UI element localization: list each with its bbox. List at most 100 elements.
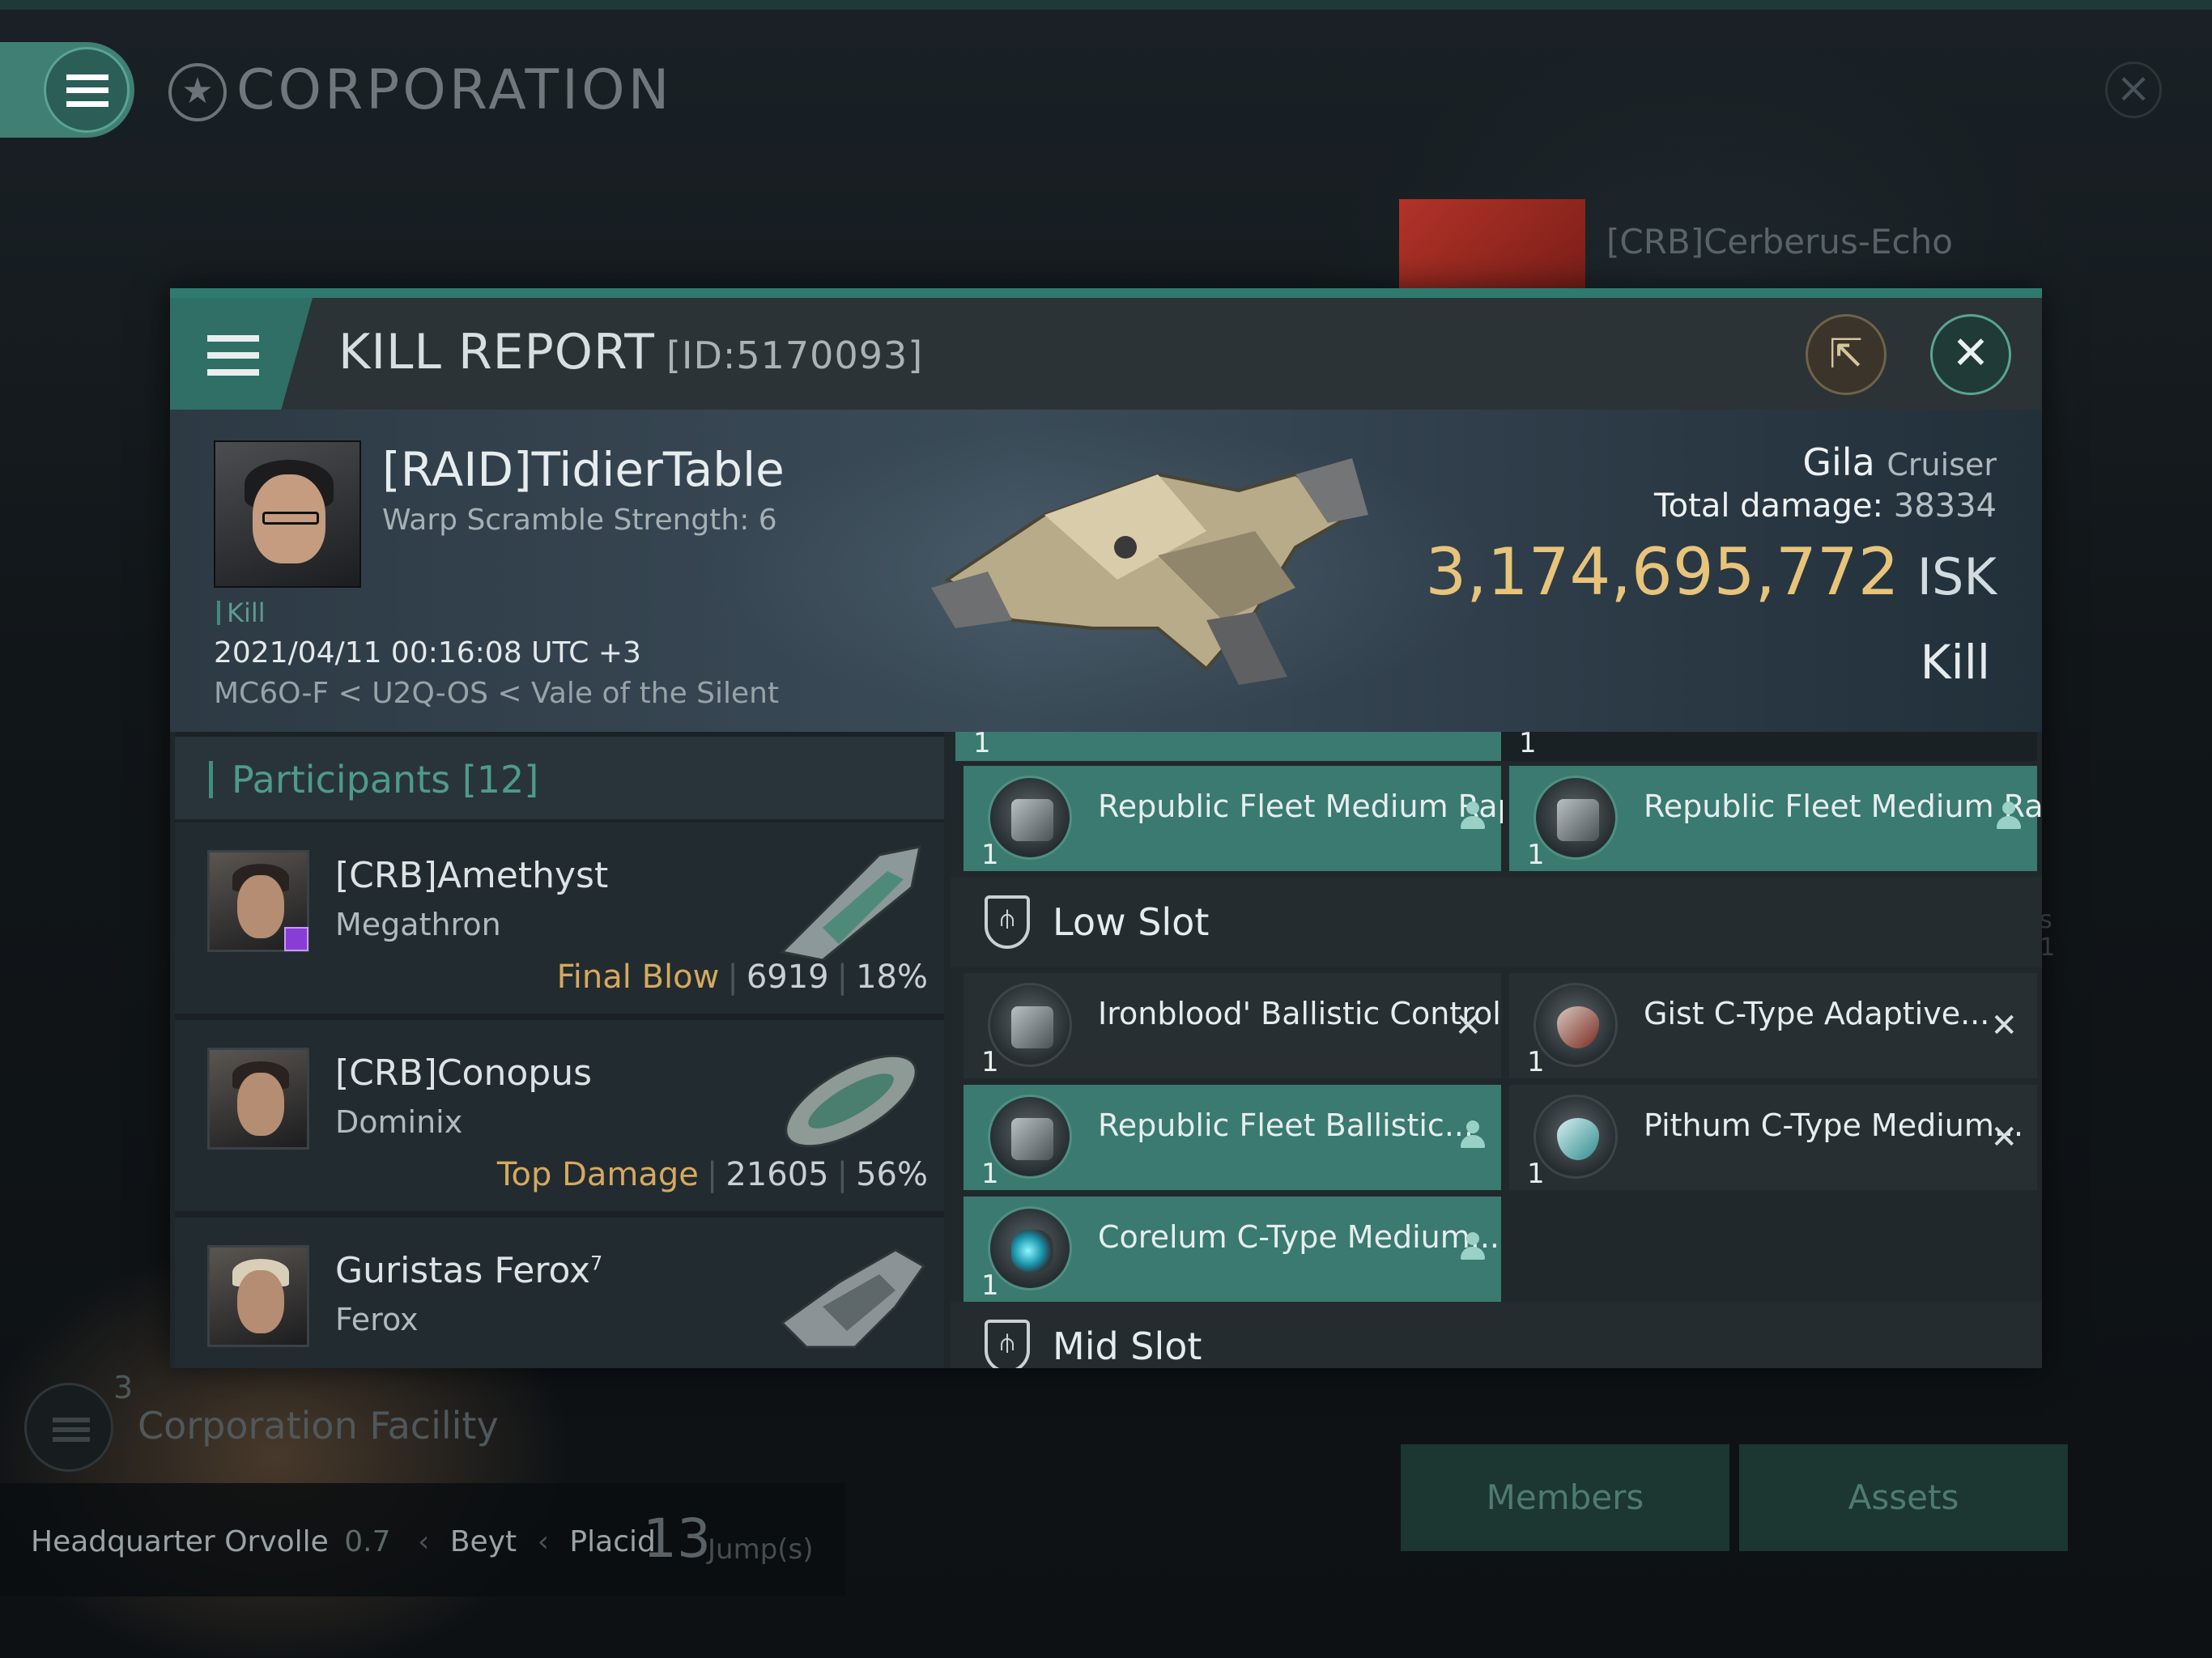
corp-logo — [1399, 199, 1585, 296]
modal-accent-line — [170, 288, 2042, 298]
participant-ship: Dominix — [335, 1104, 463, 1140]
participant-name: [CRB]Amethyst — [335, 855, 609, 896]
module-name: Ironblood' Ballistic Control... — [1098, 996, 1503, 1031]
victim-avatar[interactable] — [214, 440, 361, 588]
turret-icon — [1534, 776, 1618, 860]
magnetic-field-icon — [988, 1206, 1072, 1290]
participant-stats: Final Blow | 6919 | 18% — [557, 959, 928, 996]
module-slot[interactable]: 1 Ironblood' Ballistic Control... ✕ — [963, 973, 1503, 1078]
mid-slot-header[interactable]: ⫛ Mid Slot — [951, 1302, 2042, 1368]
ballistic-control-icon — [988, 983, 1072, 1067]
avatar-face — [237, 1073, 284, 1136]
chevron-left-icon: ‹ — [417, 1525, 430, 1558]
kill-datetime: 2021/04/11 00:16:08 UTC +3 — [214, 636, 641, 670]
victim-ship-type: Gila Cruiser — [1802, 440, 1997, 484]
armor-hardener-icon — [1534, 983, 1618, 1067]
report-id: [ID:5170093] — [666, 334, 924, 377]
facility-menu-button[interactable] — [24, 1383, 113, 1472]
status-badge — [284, 927, 308, 951]
high-slot-stub: 1 — [955, 732, 1501, 761]
slot-group-title: Mid Slot — [1053, 1324, 1202, 1368]
participant-avatar[interactable] — [207, 1048, 309, 1150]
participant-avatar[interactable] — [207, 850, 309, 952]
participant-row[interactable]: [CRB]Amethyst Megathron Final Blow | 6919 |… — [175, 823, 944, 1017]
avatar-face — [237, 875, 284, 938]
facility-label: Corporation Facility — [138, 1404, 499, 1448]
shield-icon: ⫛ — [985, 895, 1030, 949]
participants-count: [12] — [462, 758, 539, 801]
icon-fill — [1557, 1118, 1599, 1160]
isk-value: 3,174,695,772 ISK — [1425, 534, 1997, 610]
module-slot[interactable]: 1 Gist C-Type Adaptive... ✕ — [1509, 973, 2037, 1078]
participant-damage: 6919 — [746, 959, 829, 996]
divider: | — [836, 959, 849, 996]
module-slot[interactable]: 1 Republic Fleet Medium Rapi... — [1509, 766, 2042, 871]
share-icon[interactable]: ⇱ — [1806, 314, 1887, 395]
module-name: Republic Fleet Medium Rapi... — [1644, 789, 2042, 824]
participant-row[interactable]: [CRB]Conopus Dominix Top Damage | 21605 | 56… — [175, 1020, 944, 1214]
pilot-icon — [1461, 1120, 1485, 1153]
slot-qty: 1 — [1527, 1158, 1545, 1190]
fitting-panel: 1 1 1 Republic Fleet Medium Rapi... 1 Re… — [951, 732, 2042, 1368]
participant-name-text: Guristas Ferox — [335, 1250, 591, 1291]
isk-amount: 3,174,695,772 — [1425, 534, 1899, 610]
headquarter-bar[interactable]: Headquarter Orvolle 0.7 ‹ Beyt ‹ Placid … — [0, 1483, 845, 1596]
hamburger-icon — [207, 335, 259, 376]
isk-unit: ISK — [1916, 547, 1997, 606]
page-close-icon[interactable]: × — [2105, 62, 2162, 118]
icon-fill — [1011, 1006, 1053, 1048]
module-name: Pithum C-Type Medium... — [1644, 1107, 2024, 1143]
chevron-left-icon: ‹ — [537, 1525, 549, 1558]
module-slot[interactable]: 1 Republic Fleet Ballistic... — [963, 1085, 1501, 1190]
participant-row[interactable]: Guristas Ferox7 Ferox — [175, 1218, 944, 1368]
members-button[interactable]: Members — [1401, 1444, 1729, 1551]
module-name: Corelum C-Type Medium... — [1098, 1219, 1499, 1255]
assets-button[interactable]: Assets — [1739, 1444, 2068, 1551]
close-icon[interactable]: ✕ — [1930, 314, 2011, 395]
modal-title-text: KILL REPORT — [338, 324, 655, 380]
participant-ship-image — [780, 1248, 926, 1349]
victim-banner: [RAID]TidierTable Warp Scramble Strength… — [170, 410, 2042, 732]
top-damage-label: Top Damage — [496, 1156, 699, 1193]
module-slot[interactable]: 1 Corelum C-Type Medium... — [963, 1197, 1501, 1302]
top-strip — [0, 0, 2212, 10]
jumps-label: Jump(s) — [708, 1533, 814, 1566]
victim-ship-image[interactable] — [915, 426, 1368, 693]
module-name: Republic Fleet Medium Rapi... — [1098, 789, 1503, 824]
module-name: Gist C-Type Adaptive... — [1644, 996, 1990, 1031]
corporation-menu-button[interactable] — [0, 42, 134, 138]
kill-location[interactable]: MC6O-F < U2Q-OS < Vale of the Silent — [214, 677, 779, 710]
tag-bar — [217, 601, 220, 625]
victim-subline: Warp Scramble Strength: 6 — [382, 504, 777, 537]
module-slot[interactable]: 1 Pithum C-Type Medium... ✕ — [1509, 1085, 2037, 1190]
icon-fill — [1557, 799, 1599, 841]
participant-name-sup: 7 — [590, 1252, 603, 1275]
destroyed-icon: ✕ — [1454, 1007, 1482, 1044]
participant-avatar[interactable] — [207, 1245, 309, 1347]
participant-percent: 56% — [856, 1156, 928, 1193]
participant-ship: Megathron — [335, 907, 501, 942]
module-slot[interactable]: 1 Republic Fleet Medium Rapi... — [963, 766, 1503, 871]
participants-header: Participants [12] — [175, 737, 944, 819]
participant-damage: 21605 — [725, 1156, 829, 1193]
destroyed-icon: ✕ — [1990, 1119, 2018, 1156]
destroyed-icon: ✕ — [1990, 1007, 2018, 1044]
victim-name[interactable]: [RAID]TidierTable — [382, 442, 785, 497]
participant-ship: Ferox — [335, 1302, 419, 1337]
kill-tag: Kill — [217, 597, 266, 628]
ship-name: Gila — [1802, 440, 1875, 484]
pilot-icon — [1461, 1232, 1485, 1265]
slot-qty: 1 — [981, 839, 999, 871]
kill-report-modal: KILL REPORT [ID:5170093] ⇱ ✕ [RAID]Tidier… — [170, 288, 2042, 1368]
participant-name: [CRB]Conopus — [335, 1052, 593, 1094]
icon-fill — [1557, 1006, 1599, 1048]
slot-qty: 1 — [981, 1158, 999, 1190]
low-slot-header[interactable]: ⫛ Low Slot — [951, 878, 2042, 967]
slot-qty: 1 — [981, 1269, 999, 1302]
shield-hardener-icon — [1534, 1095, 1618, 1179]
hq-constellation: Beyt — [449, 1525, 517, 1558]
headquarter-route: Headquarter Orvolle 0.7 ‹ Beyt ‹ Placid — [31, 1525, 656, 1558]
slot-qty: 1 — [1527, 839, 1545, 871]
icon-fill — [1011, 1118, 1053, 1160]
participant-name: Guristas Ferox7 — [335, 1250, 602, 1291]
